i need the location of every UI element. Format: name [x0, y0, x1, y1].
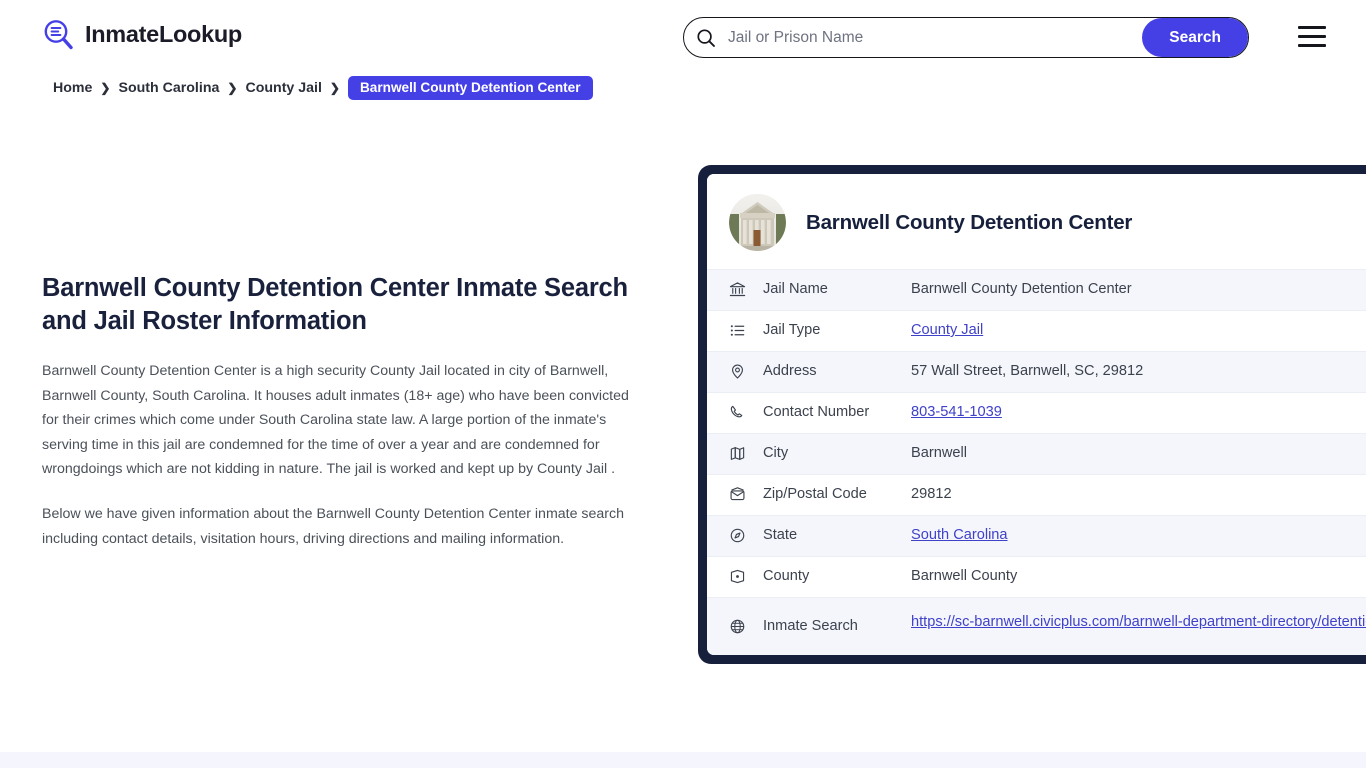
- row-value: Barnwell County Detention Center: [911, 280, 1366, 297]
- breadcrumb-item-current: Barnwell County Detention Center: [348, 76, 593, 100]
- table-row: Jail Name Barnwell County Detention Cent…: [707, 269, 1366, 310]
- search-icon: [684, 18, 728, 57]
- phone-icon: [729, 403, 763, 421]
- row-value: Barnwell: [911, 444, 1366, 461]
- search-button[interactable]: Search: [1142, 18, 1248, 57]
- row-value: 803-541-1039: [911, 403, 1366, 420]
- breadcrumb-item-state[interactable]: South Carolina: [118, 80, 219, 96]
- row-value: County Jail: [911, 321, 1366, 338]
- row-value: Barnwell County: [911, 567, 1366, 584]
- courthouse-photo: [729, 194, 786, 251]
- row-value: https://sc-barnwell.civicplus.com/barnwe…: [911, 610, 1366, 635]
- breadcrumb-item-jail-type[interactable]: County Jail: [245, 80, 321, 96]
- row-label: County: [763, 567, 911, 584]
- search-input[interactable]: [728, 18, 1142, 57]
- secondary-paragraph: Below we have given information about th…: [42, 502, 634, 551]
- jail-info-card-inner: Barnwell County Detention Center Jail Na…: [707, 174, 1366, 655]
- site-logo[interactable]: InmateLookup: [42, 18, 242, 52]
- table-row: State South Carolina: [707, 515, 1366, 556]
- jail-info-card-title: Barnwell County Detention Center: [806, 211, 1132, 235]
- magnifier-list-icon: [42, 18, 76, 52]
- breadcrumb: Home ❯ South Carolina ❯ County Jail ❯ Ba…: [53, 76, 593, 100]
- chevron-right-icon: ❯: [330, 82, 340, 94]
- table-row: Inmate Search https://sc-barnwell.civicp…: [707, 597, 1366, 655]
- globe-icon: [729, 617, 763, 635]
- map-pin-icon: [729, 362, 763, 380]
- row-label: Jail Name: [763, 280, 911, 297]
- table-row: Jail Type County Jail: [707, 310, 1366, 351]
- page-title: Barnwell County Detention Center Inmate …: [42, 272, 634, 337]
- breadcrumb-item-home[interactable]: Home: [53, 80, 92, 96]
- jail-info-card: Barnwell County Detention Center Jail Na…: [698, 165, 1366, 664]
- table-row: Address 57 Wall Street, Barnwell, SC, 29…: [707, 351, 1366, 392]
- chevron-right-icon: ❯: [227, 82, 237, 94]
- logo-text: InmateLookup: [85, 23, 242, 47]
- row-label: Address: [763, 362, 911, 379]
- jail-type-link[interactable]: County Jail: [911, 322, 983, 338]
- site-header: InmateLookup Search: [0, 0, 1366, 74]
- table-row: City Barnwell: [707, 433, 1366, 474]
- search-bar[interactable]: Search: [683, 17, 1249, 58]
- row-label: City: [763, 444, 911, 461]
- hamburger-bar: [1298, 44, 1326, 47]
- envelope-icon: [729, 485, 763, 503]
- list-icon: [729, 321, 763, 339]
- hamburger-bar: [1298, 35, 1326, 38]
- footer-strip: [0, 752, 1366, 768]
- jail-info-card-header: Barnwell County Detention Center: [707, 174, 1366, 269]
- bank-icon: [729, 280, 763, 298]
- map-icon: [729, 444, 763, 462]
- county-map-icon: [729, 567, 763, 585]
- chevron-right-icon: ❯: [100, 82, 110, 94]
- row-value: 57 Wall Street, Barnwell, SC, 29812: [911, 362, 1366, 379]
- table-row: Zip/Postal Code 29812: [707, 474, 1366, 515]
- state-link[interactable]: South Carolina: [911, 527, 1008, 543]
- hamburger-menu-icon[interactable]: [1298, 26, 1326, 47]
- intro-paragraph: Barnwell County Detention Center is a hi…: [42, 359, 634, 481]
- table-row: County Barnwell County: [707, 556, 1366, 597]
- row-value: South Carolina: [911, 526, 1366, 543]
- row-label: State: [763, 526, 911, 543]
- row-label: Jail Type: [763, 321, 911, 338]
- row-value: 29812: [911, 485, 1366, 502]
- row-label: Contact Number: [763, 403, 911, 420]
- row-label: Zip/Postal Code: [763, 485, 911, 502]
- globe-compass-icon: [729, 526, 763, 544]
- contact-number-link[interactable]: 803-541-1039: [911, 404, 1002, 420]
- hamburger-bar: [1298, 26, 1326, 29]
- row-label: Inmate Search: [763, 617, 911, 634]
- table-row: Contact Number 803-541-1039: [707, 392, 1366, 433]
- inmate-search-link[interactable]: https://sc-barnwell.civicplus.com/barnwe…: [911, 614, 1366, 630]
- article-column: Barnwell County Detention Center Inmate …: [42, 272, 634, 551]
